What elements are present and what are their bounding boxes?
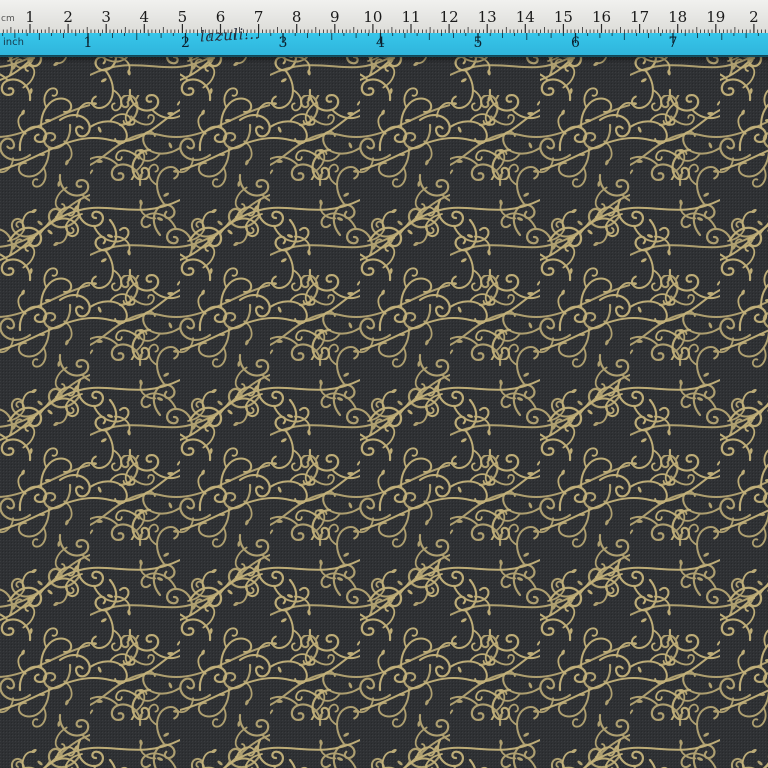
fabric-pattern [0, 0, 768, 768]
ruler-shadow [0, 55, 768, 63]
measuring-ruler: 1 2 3 4 5 6 7 8 9 10 11 12 13 14 15 16 17 18 19 2 cm 123456… [0, 0, 768, 63]
inch-label: 2 [181, 35, 190, 51]
cm-label: 17 [630, 8, 650, 26]
inch-label: 3 [278, 35, 288, 51]
cm-label: 15 [553, 8, 573, 26]
cm-label: 18 [668, 8, 688, 26]
cm-label: 12 [439, 8, 459, 26]
cm-label: 11 [401, 8, 421, 26]
cm-label: 10 [363, 8, 383, 26]
cm-label: 1 [25, 8, 35, 26]
cm-unit-tag: cm [1, 14, 15, 24]
cm-label: 16 [591, 8, 612, 26]
cm-label: 2 [63, 8, 73, 26]
inch-label: 5 [473, 35, 483, 51]
cm-label: 19 [706, 8, 726, 26]
cm-label: 8 [291, 8, 302, 26]
inch-label: 4 [376, 35, 385, 51]
cm-label: 3 [101, 8, 111, 26]
handwritten-note: lazuli... [199, 24, 261, 46]
cm-label: 14 [515, 8, 535, 26]
cm-label: 9 [330, 8, 340, 26]
cm-label: 2 [749, 8, 759, 26]
cm-scale-strip: 1 2 3 4 5 6 7 8 9 10 11 12 13 14 15 16 17 18 19 2 cm [0, 0, 768, 34]
cm-label: 7 [253, 8, 264, 26]
cm-tick-marks [2, 24, 766, 33]
inch-unit-tag: inch [3, 37, 24, 48]
inch-label: 7 [668, 35, 678, 51]
cm-label: 13 [477, 8, 497, 26]
fabric-swatch-photo: 1 2 3 4 5 6 7 8 9 10 11 12 13 14 15 16 17 18 19 2 cm 123456… [0, 0, 768, 768]
cm-label: 4 [139, 8, 150, 26]
cm-label: 6 [215, 8, 226, 26]
inch-label: 1 [83, 35, 93, 51]
cm-label: 5 [177, 8, 188, 26]
inch-label: 6 [571, 35, 580, 51]
